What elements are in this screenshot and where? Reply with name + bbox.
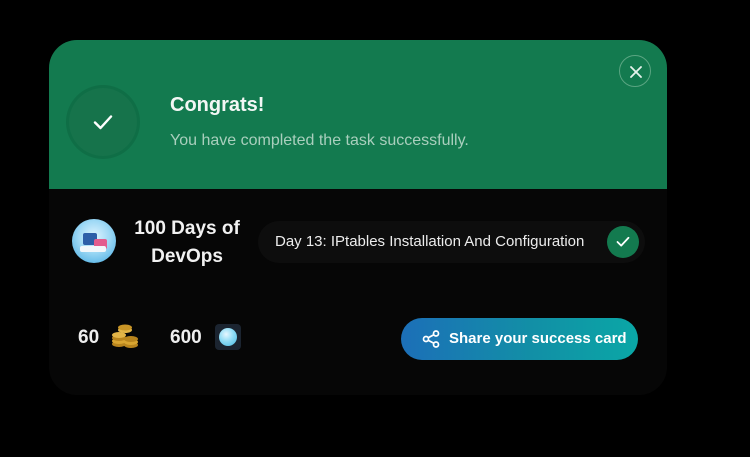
course-title: 100 Days of DevOps (134, 218, 240, 267)
success-header: Congrats! You have completed the task su… (49, 40, 667, 189)
task-complete-badge (607, 226, 639, 258)
success-title: Congrats! (170, 94, 265, 116)
success-badge (69, 88, 137, 156)
success-subtitle: You have completed the task successfully… (170, 132, 469, 149)
share-success-card-button[interactable]: Share your success card (401, 318, 638, 360)
close-icon (630, 66, 642, 78)
share-button-label: Share your success card (449, 330, 627, 347)
course-avatar (72, 219, 116, 263)
success-modal: Congrats! You have completed the task su… (49, 40, 667, 395)
coins-icon (112, 324, 138, 348)
check-icon (93, 115, 113, 130)
close-button[interactable] (619, 55, 651, 87)
coins-value: 60 (78, 327, 100, 348)
gems-value: 600 (170, 327, 202, 348)
check-icon (616, 236, 630, 247)
share-icon (422, 330, 440, 348)
gem-icon (215, 324, 241, 350)
task-label: Day 13: IPtables Installation And Config… (275, 233, 585, 250)
task-item[interactable]: Day 13: IPtables Installation And Config… (258, 221, 645, 263)
